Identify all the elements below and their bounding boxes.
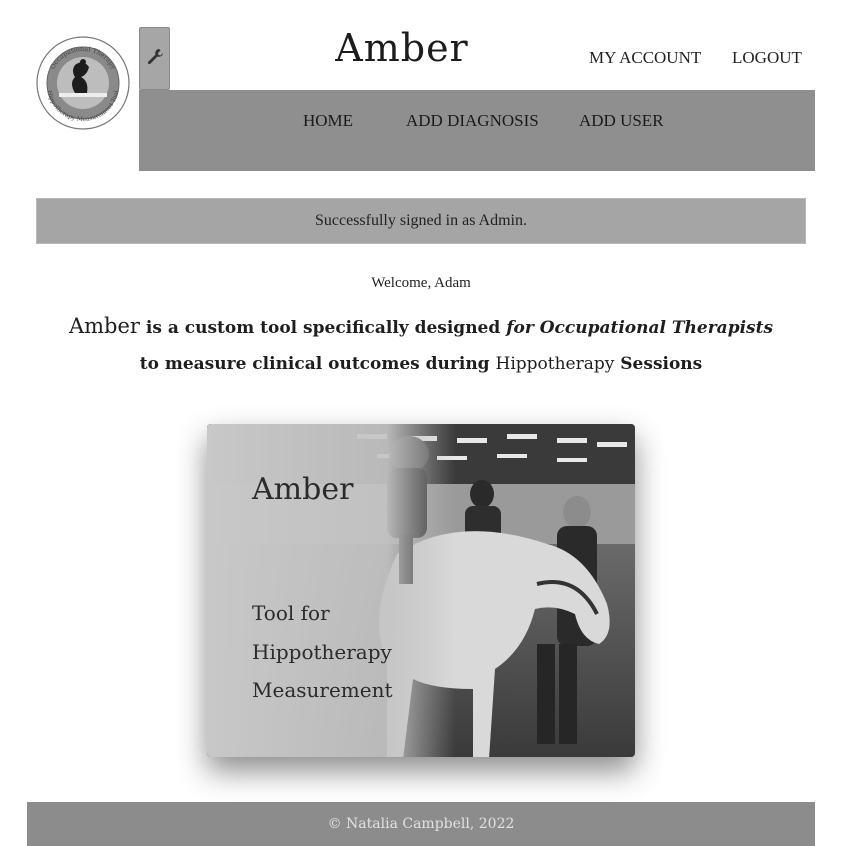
hero-subtitle-line-1: Tool for	[252, 601, 330, 625]
site-title: Amber	[335, 26, 469, 70]
intro-paragraph: Amber is a custom tool specifically desi…	[60, 308, 782, 382]
hero-title: Amber	[252, 472, 354, 507]
hero-subtitle-line-3: Measurement	[252, 678, 393, 702]
intro-brand: Amber	[68, 314, 140, 338]
intro-text-2: to measure clinical outcomes during	[139, 354, 496, 374]
intro-therapy: Hippotherapy	[495, 354, 615, 374]
intro-role: Occupational Therapists	[539, 318, 774, 338]
page-footer: © Natalia Campbell, 2022	[27, 802, 815, 846]
nav-item-add-user[interactable]: ADD USER	[579, 111, 664, 131]
admin-tools-button[interactable]	[139, 27, 170, 90]
welcome-message: Welcome, Adam	[371, 275, 471, 291]
nav-item-add-diagnosis[interactable]: ADD DIAGNOSIS	[406, 111, 539, 131]
logout-link[interactable]: LOGOUT	[732, 48, 802, 68]
intro-for: for	[506, 318, 534, 338]
intro-text-1: is a custom tool specifically designed	[139, 318, 507, 338]
intro-text-3: Sessions	[614, 354, 703, 374]
hero-card: Amber Tool for Hippotherapy Measurement	[207, 424, 635, 757]
alert-message: Successfully signed in as Admin.	[315, 212, 527, 229]
signin-success-alert: Successfully signed in as Admin.	[36, 198, 806, 244]
footer-copyright: © Natalia Campbell, 2022	[327, 816, 515, 832]
my-account-link[interactable]: MY ACCOUNT	[589, 48, 701, 68]
hero-subtitle-line-2: Hippotherapy	[252, 640, 392, 664]
nav-item-home[interactable]: HOME	[303, 111, 353, 131]
site-logo[interactable]: Occupational Therapy Hippotherapy Measur…	[35, 35, 131, 131]
wrench-icon	[145, 47, 165, 71]
